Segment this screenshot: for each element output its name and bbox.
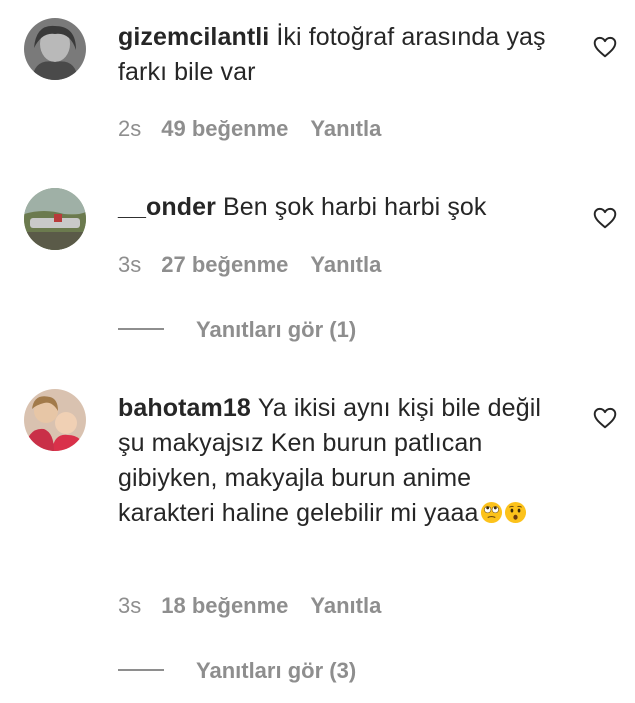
comment-meta: 3s 27 beğenme Yanıtla bbox=[118, 252, 381, 278]
heart-outline-icon[interactable] bbox=[592, 34, 618, 60]
reply-button[interactable]: Yanıtla bbox=[310, 593, 381, 619]
likes-count[interactable]: 49 beğenme bbox=[161, 116, 288, 142]
hushed-face-icon bbox=[504, 501, 526, 524]
view-replies-label: Yanıtları gör (3) bbox=[196, 658, 357, 683]
likes-count[interactable]: 18 beğenme bbox=[161, 593, 288, 619]
likes-count[interactable]: 27 beğenme bbox=[161, 252, 288, 278]
comment-text: gizemcilantli İki fotoğraf arasında yaş f… bbox=[118, 20, 558, 90]
comment-username[interactable]: gizemcilantli bbox=[118, 23, 269, 51]
comment-time: 2s bbox=[118, 116, 142, 141]
reply-button[interactable]: Yanıtla bbox=[310, 252, 381, 278]
comment-time: 3s bbox=[118, 593, 142, 618]
comment-body: Ben şok harbi harbi şok bbox=[222, 193, 487, 221]
face-with-rolling-eyes-icon bbox=[480, 501, 502, 524]
comment-meta: 2s 49 beğenme Yanıtla bbox=[118, 116, 381, 142]
view-replies-button[interactable]: Yanıtları gör (3) bbox=[118, 658, 356, 684]
comment-meta: 3s 18 beğenme Yanıtla bbox=[118, 593, 381, 619]
heart-outline-icon[interactable] bbox=[592, 405, 618, 431]
comment-username[interactable]: __onder bbox=[118, 193, 216, 221]
comment-text: bahotam18 Ya ikisi aynı kişi bile değil ş… bbox=[118, 391, 558, 531]
comment-username[interactable]: bahotam18 bbox=[118, 394, 251, 422]
heart-outline-icon[interactable] bbox=[592, 205, 618, 231]
avatar[interactable] bbox=[24, 389, 86, 451]
avatar[interactable] bbox=[24, 188, 86, 250]
view-replies-label: Yanıtları gör (1) bbox=[196, 317, 357, 342]
reply-button[interactable]: Yanıtla bbox=[310, 116, 381, 142]
comment-time: 3s bbox=[118, 252, 142, 277]
view-replies-button[interactable]: Yanıtları gör (1) bbox=[118, 317, 356, 343]
divider-line bbox=[118, 669, 164, 672]
comment-text: __onder Ben şok harbi harbi şok bbox=[118, 190, 558, 225]
divider-line bbox=[118, 328, 164, 331]
avatar[interactable] bbox=[24, 18, 86, 80]
